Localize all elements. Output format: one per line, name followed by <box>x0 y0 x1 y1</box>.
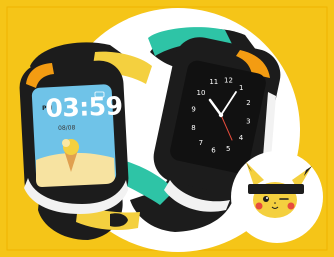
dial-numeral-11: 11 <box>209 78 218 86</box>
screen-beach <box>36 152 115 187</box>
dial-numeral-3: 3 <box>246 117 250 125</box>
dial-numeral-9: 9 <box>191 106 195 114</box>
dial-numeral-5: 5 <box>226 145 230 153</box>
dial-numeral-7: 7 <box>199 139 203 147</box>
dial-numeral-10: 10 <box>197 89 206 97</box>
dial-numeral-4: 4 <box>239 134 244 142</box>
dial-numeral-2: 2 <box>246 99 250 107</box>
dial-numeral-8: 8 <box>191 124 195 132</box>
product-scene: 1234567891011 12 <box>0 0 334 257</box>
pikachu-badge <box>231 151 323 243</box>
dial-numeral-1: 1 <box>239 84 243 92</box>
watch-time-display: 03:59 <box>44 91 123 123</box>
dial-numeral-6: 6 <box>211 147 216 155</box>
watch-date-display: 08/08 <box>57 124 76 132</box>
hand-pivot <box>218 112 224 118</box>
dial-numeral-12: 12 <box>224 76 233 84</box>
